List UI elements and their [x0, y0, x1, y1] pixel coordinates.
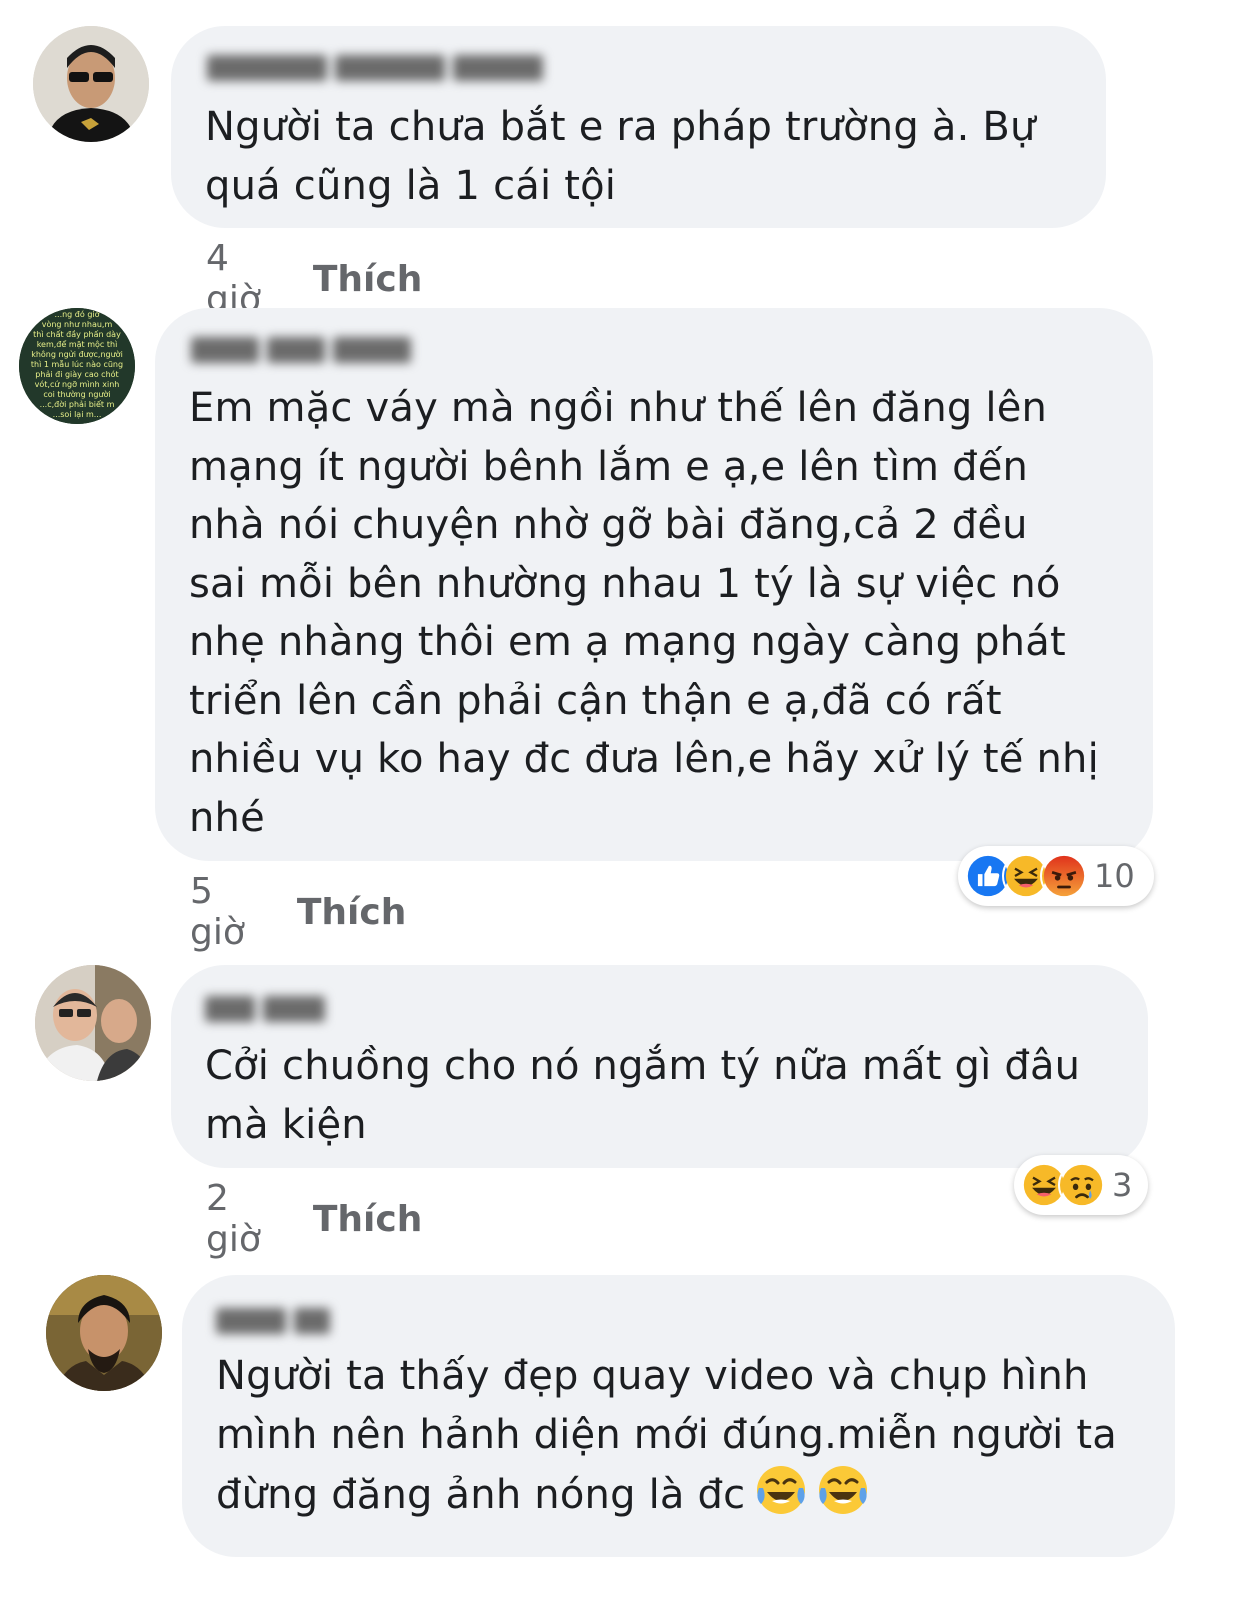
angry-reaction-icon	[1040, 852, 1088, 900]
avatar[interactable]	[46, 1275, 162, 1391]
avatar-photo	[35, 965, 151, 1081]
like-button[interactable]: Thích	[297, 892, 407, 933]
svg-text:coi thường người: coi thường người	[43, 389, 110, 399]
avatar[interactable]	[33, 26, 149, 142]
like-button[interactable]: Thích	[313, 259, 423, 300]
comment-bubble: Cởi chuồng cho nó ngắm tý nữa mất gì đâu…	[171, 965, 1148, 1168]
reaction-count: 10	[1094, 857, 1135, 895]
avatar-photo	[33, 26, 149, 142]
author-name-blurred[interactable]	[191, 334, 411, 366]
avatar[interactable]: ...ng đó giờ vòng như nhau,m thì chất đầ…	[19, 308, 135, 424]
author-name-blurred[interactable]	[207, 52, 557, 84]
author-name-blurred[interactable]	[205, 993, 335, 1025]
reaction-summary[interactable]: 3	[1014, 1155, 1148, 1215]
svg-text:...ng đó giờ: ...ng đó giờ	[54, 309, 99, 319]
comment-text-content: Người ta thấy đẹp quay video và chụp hìn…	[216, 1353, 1117, 1518]
comment-bubble: Em mặc váy mà ngồi như thế lên đăng lên …	[155, 308, 1153, 861]
svg-text:thì 1 mẫu lúc nào cũng: thì 1 mẫu lúc nào cũng	[31, 359, 123, 369]
svg-text:...c,đời phải biết m: ...c,đời phải biết m	[40, 399, 115, 409]
svg-text:...soi lại m...: ...soi lại m...	[53, 410, 102, 420]
avatar-text-image: ...ng đó giờ vòng như nhau,m thì chất đầ…	[19, 308, 135, 424]
svg-text:vòng như nhau,m: vòng như nhau,m	[42, 319, 113, 329]
svg-text:kem,để mặt mộc thì: kem,để mặt mộc thì	[37, 339, 118, 350]
comment-text: Người ta thấy đẹp quay video và chụp hìn…	[216, 1347, 1166, 1525]
svg-text:không ngửi được,người: không ngửi được,người	[31, 349, 123, 359]
svg-text:vót,cứ ngỡ mình xinh: vót,cứ ngỡ mình xinh	[35, 379, 120, 389]
timestamp[interactable]: 2 giờ	[206, 1178, 261, 1260]
comment-meta: 2 giờ Thích	[206, 1178, 422, 1260]
joy-emoji-icon	[757, 1466, 806, 1514]
like-button[interactable]: Thích	[313, 1199, 423, 1240]
comment-text: Cởi chuồng cho nó ngắm tý nữa mất gì đâu…	[205, 1043, 1081, 1148]
author-name-blurred[interactable]	[216, 1305, 336, 1337]
sad-reaction-icon	[1058, 1161, 1106, 1209]
reaction-count: 3	[1112, 1166, 1133, 1204]
comment-bubble: Người ta thấy đẹp quay video và chụp hìn…	[182, 1275, 1175, 1557]
comment-text: Người ta chưa bắt e ra pháp trường à. Bự…	[205, 104, 1036, 209]
comment-bubble: Người ta chưa bắt e ra pháp trường à. Bự…	[171, 26, 1106, 228]
joy-emoji-icon	[819, 1466, 868, 1514]
reaction-summary[interactable]: 10	[958, 846, 1154, 906]
avatar[interactable]	[35, 965, 151, 1081]
comment-text: Em mặc váy mà ngồi như thế lên đăng lên …	[189, 385, 1099, 841]
avatar-photo	[46, 1275, 162, 1391]
comment-meta: 5 giờ Thích	[190, 871, 406, 953]
svg-text:thì chất đầy phấn dày: thì chất đầy phấn dày	[33, 329, 121, 339]
timestamp[interactable]: 5 giờ	[190, 871, 245, 953]
svg-text:phải đi giày cao chót: phải đi giày cao chót	[35, 369, 118, 379]
